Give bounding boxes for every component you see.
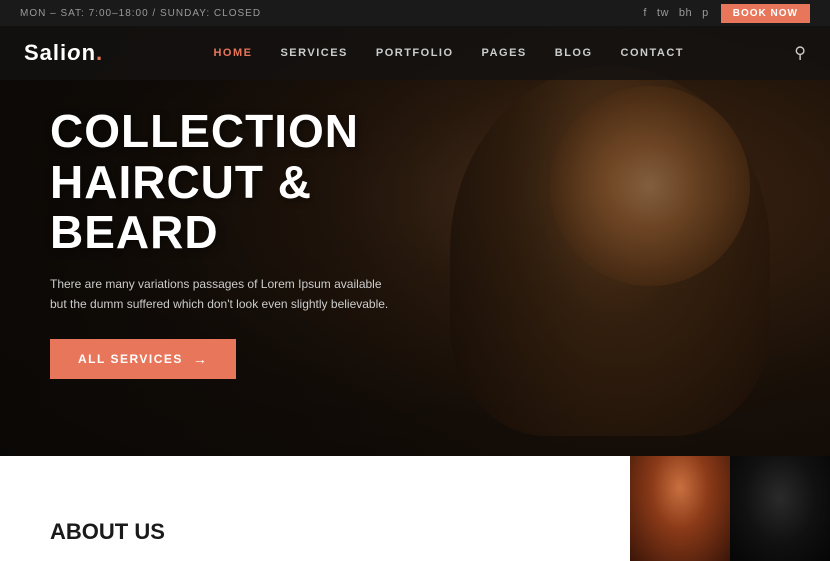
twitter-icon[interactable]: tw (657, 7, 669, 19)
main-nav: HOME SERVICES PORTFOLIO PAGES BLOG CONTA… (213, 47, 684, 59)
pinterest-icon[interactable]: p (702, 7, 709, 19)
book-now-button[interactable]: BOOK NOW (721, 4, 810, 23)
below-hero-section: About Us (0, 456, 830, 561)
nav-home[interactable]: HOME (213, 47, 252, 59)
hero-cta-button[interactable]: All Services → (50, 339, 236, 379)
about-title: About Us (50, 519, 165, 545)
search-icon[interactable]: ⚲ (794, 43, 806, 63)
thumbnail-row (630, 456, 830, 561)
nav-services[interactable]: SERVICES (280, 47, 347, 59)
top-bar: MON – SAT: 7:00–18:00 / SUNDAY: CLOSED f… (0, 0, 830, 26)
hero-section: COLLECTION HAIRCUT & BEARD There are man… (0, 26, 830, 456)
nav-blog[interactable]: BLOG (555, 47, 593, 59)
arrow-icon: → (193, 351, 209, 367)
social-icons: f tw bh p (643, 7, 708, 19)
facebook-icon[interactable]: f (643, 7, 647, 19)
hero-content: COLLECTION HAIRCUT & BEARD There are man… (50, 106, 470, 379)
header: Salion. HOME SERVICES PORTFOLIO PAGES BL… (0, 26, 830, 80)
business-hours: MON – SAT: 7:00–18:00 / SUNDAY: CLOSED (20, 8, 261, 19)
top-bar-right: f tw bh p BOOK NOW (643, 4, 810, 23)
nav-pages[interactable]: PAGES (482, 47, 527, 59)
nav-contact[interactable]: CONTACT (621, 47, 684, 59)
hero-subtitle: There are many variations passages of Lo… (50, 274, 390, 315)
thumbnail-1 (630, 456, 730, 561)
logo: Salion. (24, 40, 103, 66)
hero-title: COLLECTION HAIRCUT & BEARD (50, 106, 470, 258)
behance-icon[interactable]: bh (679, 7, 692, 19)
nav-portfolio[interactable]: PORTFOLIO (376, 47, 454, 59)
thumbnail-2 (730, 456, 830, 561)
